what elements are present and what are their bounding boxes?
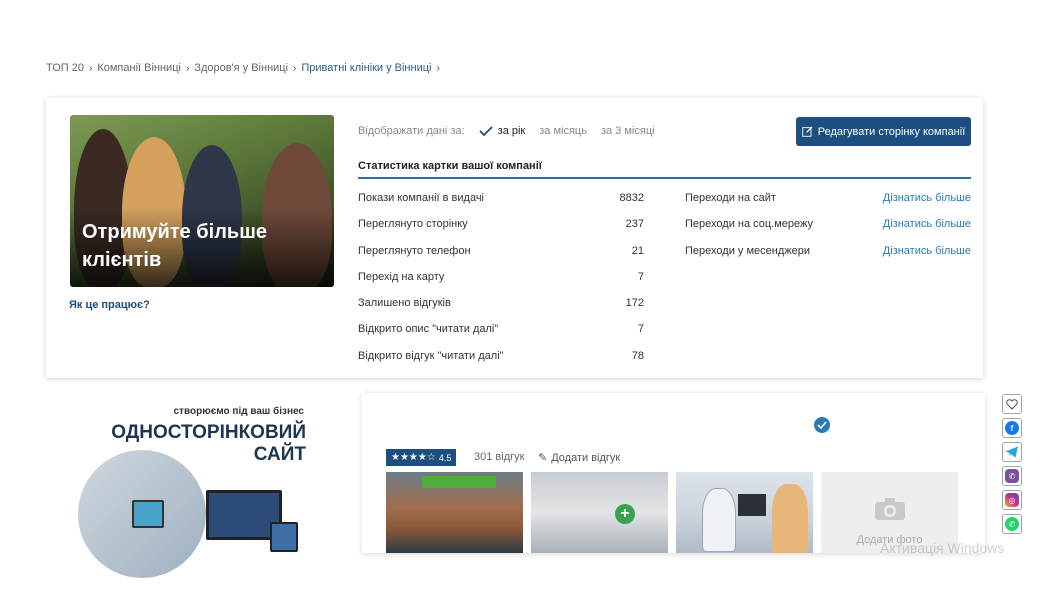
photo-person [702,488,736,552]
landing-page-ad[interactable]: створюємо під ваш бізнес ОДНОСТОРІНКОВИЙ… [70,404,320,578]
checkmark-icon [479,126,493,136]
company-photo[interactable] [386,472,523,553]
stat-row: Переглянуто сторінку 237 [358,216,644,242]
stats-title: Статистика картки вашої компанії [358,160,971,179]
add-review-button[interactable]: ✎ Додати відгук [538,451,621,465]
pharmacy-cross-icon: + [615,504,635,524]
stat-value: 21 [631,244,644,257]
whatsapp-icon: ✆ [1005,517,1019,531]
pencil-icon: ✎ [538,452,548,464]
breadcrumb: ТОП 20 › Компанії Вінниці › Здоров'я у В… [46,62,445,74]
transition-label: Переходи у месенджери [685,244,810,257]
telegram-share-button[interactable] [1002,442,1022,462]
stat-row: Відкрито опис "читати далі" 7 [358,321,644,347]
breadcrumb-separator-icon: › [185,62,190,74]
period-option-3months[interactable]: за 3 місяці [601,125,655,137]
breadcrumb-separator-icon: › [293,62,297,74]
transitions-list: Переходи на сайт Дізнатись більше Переход… [685,190,971,269]
instagram-share-button[interactable]: ◎ [1002,490,1022,510]
breadcrumb-item-health[interactable]: Здоров'я у Вінниці [194,62,288,74]
camera-icon [875,498,905,520]
edit-company-page-label: Редагувати сторінку компанії [817,125,966,138]
reviews-count-link[interactable]: 301 відгук [474,451,524,463]
promo-banner[interactable]: Отримуйте більше клієнтів [70,115,334,287]
period-label: Відображати дані за: [358,125,465,137]
transition-row: Переходи на соц.мережу Дізнатись більше [685,216,971,242]
stat-label: Перехід на карту [358,270,445,283]
company-listing-card: ★★★★☆ 4.5 301 відгук ✎ Додати відгук + Д… [362,393,985,553]
stat-value: 78 [631,349,644,362]
stat-label: Покази компанії в видачі [358,192,484,204]
photo-monitor [738,494,766,516]
viber-icon: ✆ [1005,469,1019,483]
social-share-bar: f ✆ ◎ ✆ [1002,394,1022,538]
edit-icon [801,126,813,137]
learn-more-link[interactable]: Дізнатись більше [883,216,971,242]
period-option-year[interactable]: за рік [479,125,526,137]
ad-subtitle: створюємо під ваш бізнес [173,406,305,417]
rating-stars-icon: ★★★★☆ [391,452,436,463]
company-stats-card: Отримуйте більше клієнтів Як це працює? … [46,98,983,378]
favorite-button[interactable] [1002,394,1022,414]
instagram-icon: ◎ [1005,493,1019,507]
stat-label: Переглянуто сторінку [358,218,468,231]
facebook-share-button[interactable]: f [1002,418,1022,438]
stat-row: Покази компанії в видачі 8832 [358,190,644,216]
how-it-works-link[interactable]: Як це працює? [69,299,150,311]
breadcrumb-item-top20[interactable]: ТОП 20 [46,62,84,74]
promo-title: Отримуйте більше клієнтів [82,221,267,271]
transition-label: Переходи на сайт [685,192,776,204]
ad-tablet-image [132,500,164,528]
verified-badge-icon [814,417,830,433]
stat-row: Перехід на карту 7 [358,269,644,295]
photo-person [772,484,808,553]
breadcrumb-item-private-clinics[interactable]: Приватні клініки у Вінниці [301,62,431,74]
edit-company-page-button[interactable]: Редагувати сторінку компанії [796,117,971,146]
transition-row: Переходи на сайт Дізнатись більше [685,190,971,216]
stat-label: Переглянуто телефон [358,244,471,257]
transition-label: Переходи на соц.мережу [685,218,814,231]
stat-value: 7 [637,270,644,283]
whatsapp-share-button[interactable]: ✆ [1002,514,1022,534]
rating-value: 4.5 [438,452,452,463]
stat-label: Залишено відгуків [358,297,451,310]
storefront-sign [422,476,496,488]
period-option-month[interactable]: за місяць [539,125,587,137]
add-review-label: Додати відгук [551,451,621,464]
ad-phone-image [270,522,298,552]
stat-value: 7 [637,323,644,336]
breadcrumb-separator-icon: › [88,62,93,74]
stat-value: 237 [625,218,644,231]
stats-list: Покази компанії в видачі 8832 Переглянуто… [358,190,644,374]
stat-value: 8832 [619,192,644,204]
learn-more-link[interactable]: Дізнатись більше [883,190,971,216]
facebook-icon: f [1005,421,1019,435]
stat-row: Відкрито відгук "читати далі" 78 [358,348,644,374]
stat-value: 172 [625,297,644,310]
windows-activation-watermark: Активація Windows [880,540,1005,556]
breadcrumb-separator-icon: › [436,62,440,74]
viber-share-button[interactable]: ✆ [1002,466,1022,486]
period-option-label: за рік [497,125,526,137]
rating-badge: ★★★★☆ 4.5 [386,449,457,466]
telegram-icon [1005,446,1018,458]
transition-row: Переходи у месенджери Дізнатись більше [685,243,971,269]
stat-row: Переглянуто телефон 21 [358,243,644,269]
breadcrumb-item-companies[interactable]: Компанії Вінниці [97,62,181,74]
company-photo[interactable] [676,472,813,553]
heart-icon [1006,398,1018,410]
stat-row: Залишено відгуків 172 [358,295,644,321]
ad-title-line: ОДНОСТОРІНКОВИЙ [111,422,306,443]
stat-label: Відкрито відгук "читати далі" [358,349,504,362]
stat-label: Відкрито опис "читати далі" [358,323,499,336]
company-photo[interactable]: + [531,472,668,553]
period-selector: Відображати дані за: за рік за місяць за… [358,125,655,137]
learn-more-link[interactable]: Дізнатись більше [883,243,971,269]
